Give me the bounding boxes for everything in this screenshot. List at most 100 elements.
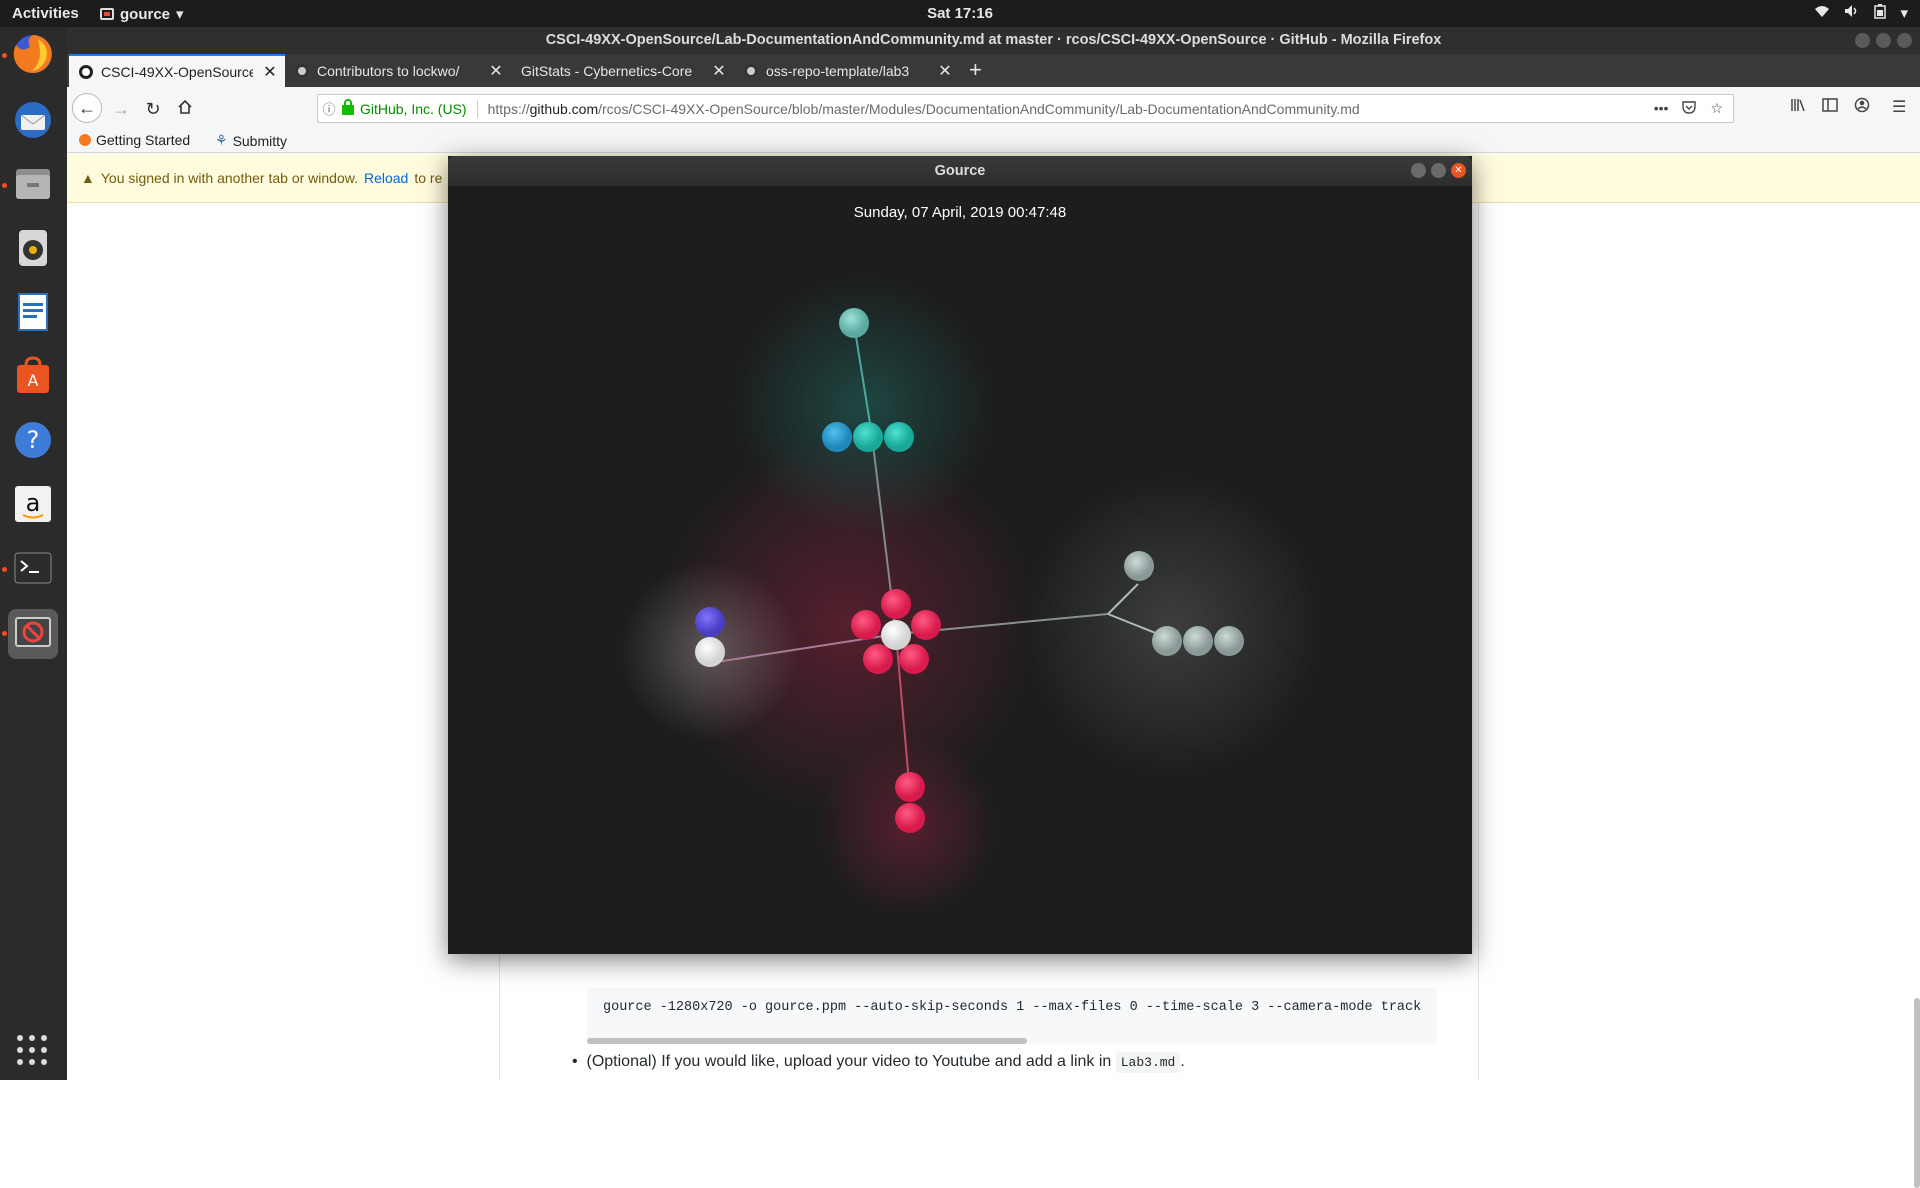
reload-icon: ↻ bbox=[145, 98, 161, 119]
dock-help[interactable]: ? bbox=[8, 417, 58, 467]
forward-button[interactable]: → bbox=[107, 95, 135, 123]
dock-gource[interactable] bbox=[2, 609, 58, 659]
bookmark-submitty[interactable]: ⚘ Submitty bbox=[215, 132, 287, 149]
tab-csci-opensource[interactable]: CSCI-49XX-OpenSource/ ✕ bbox=[69, 54, 285, 87]
list-item-text: (Optional) If you would like, upload you… bbox=[586, 1053, 1112, 1070]
gource-canvas[interactable]: Sunday, 07 April, 2019 00:47:48 bbox=[448, 186, 1472, 954]
software-center-icon: A bbox=[12, 355, 54, 402]
bookmarks-toolbar: Getting Started ⚘ Submitty bbox=[67, 129, 1920, 153]
dock-files[interactable] bbox=[2, 161, 58, 211]
glow-gray bbox=[1023, 476, 1323, 776]
file-node bbox=[695, 637, 725, 667]
gource-close-button[interactable]: ✕ bbox=[1451, 163, 1466, 178]
file-node bbox=[1124, 551, 1154, 581]
hamburger-menu-icon[interactable]: ☰ bbox=[1892, 97, 1906, 117]
warning-icon: ▲ bbox=[81, 170, 95, 186]
dock-terminal[interactable] bbox=[2, 545, 58, 595]
reload-link[interactable]: Reload bbox=[364, 170, 408, 186]
close-tab-icon[interactable]: ✕ bbox=[487, 61, 505, 81]
file-node bbox=[895, 772, 925, 802]
bookmark-label: Submitty bbox=[232, 132, 288, 149]
pocket-icon[interactable] bbox=[1682, 100, 1697, 117]
file-node bbox=[884, 422, 914, 452]
terminal-icon bbox=[12, 547, 54, 594]
svg-text:?: ? bbox=[27, 426, 40, 454]
volume-icon bbox=[1844, 4, 1860, 23]
bookmark-getting-started[interactable]: Getting Started bbox=[79, 132, 190, 148]
account-icon[interactable] bbox=[1854, 97, 1870, 118]
clock[interactable]: Sat 17:16 bbox=[927, 5, 993, 22]
dock-software[interactable]: A bbox=[8, 353, 58, 403]
tab-label: Contributors to lockwo/ bbox=[317, 62, 460, 79]
back-button[interactable]: ← bbox=[72, 93, 102, 123]
close-button[interactable] bbox=[1897, 33, 1912, 48]
url-separator bbox=[476, 99, 478, 118]
file-node bbox=[851, 610, 881, 640]
gource-date: Sunday, 07 April, 2019 00:47:48 bbox=[853, 204, 1067, 221]
window-title: CSCI-49XX-OpenSource/Lab-DocumentationAn… bbox=[545, 32, 1442, 48]
writer-icon bbox=[12, 291, 54, 338]
gource-maximize-button[interactable] bbox=[1431, 163, 1446, 178]
close-tab-icon[interactable]: ✕ bbox=[936, 61, 954, 81]
url-bar[interactable]: ⓘ GitHub, Inc. (US) https://github.com/r… bbox=[317, 94, 1734, 123]
arrow-left-icon: ← bbox=[78, 97, 96, 118]
page-scrollbar[interactable] bbox=[1914, 998, 1920, 1188]
code-scrollbar[interactable] bbox=[587, 1038, 1027, 1044]
sidebar-icon[interactable] bbox=[1822, 97, 1838, 118]
inline-code: Lab3.md bbox=[1115, 1052, 1181, 1073]
arrow-right-icon: → bbox=[112, 98, 130, 119]
tab-contributors[interactable]: Contributors to lockwo/ ✕ bbox=[285, 54, 511, 87]
dock-thunderbird[interactable] bbox=[8, 97, 58, 147]
dock-rhythmbox[interactable] bbox=[8, 225, 58, 275]
svg-text:a: a bbox=[26, 489, 41, 517]
github-icon bbox=[744, 63, 758, 78]
files-icon bbox=[12, 163, 54, 210]
library-icon[interactable] bbox=[1790, 97, 1806, 118]
site-info-icon[interactable]: ⓘ bbox=[318, 99, 340, 118]
tab-label: oss-repo-template/lab3 bbox=[766, 62, 910, 79]
bookmark-star-icon[interactable]: ☆ bbox=[1710, 100, 1723, 117]
home-icon bbox=[177, 99, 193, 120]
gource-minimize-button[interactable] bbox=[1411, 163, 1426, 178]
rhythmbox-icon bbox=[12, 227, 54, 274]
wifi-icon bbox=[1814, 4, 1830, 23]
maximize-button[interactable] bbox=[1876, 33, 1891, 48]
running-indicator bbox=[2, 53, 7, 58]
chevron-down-icon: ▾ bbox=[176, 6, 184, 23]
url-text[interactable]: https://github.com/rcos/CSCI-49XX-OpenSo… bbox=[488, 101, 1654, 117]
tab-gitstats[interactable]: GitStats - Cybernetics-Core ✕ bbox=[511, 54, 734, 87]
minimize-button[interactable] bbox=[1855, 33, 1870, 48]
file-node bbox=[881, 620, 911, 650]
reload-button[interactable]: ↻ bbox=[139, 95, 167, 123]
gource-titlebar[interactable]: Gource ✕ bbox=[448, 156, 1472, 186]
home-button[interactable] bbox=[171, 95, 199, 123]
file-node bbox=[853, 422, 883, 452]
battery-icon bbox=[1874, 4, 1887, 23]
firefox-favicon-icon bbox=[79, 134, 91, 146]
tab-oss-repo-template[interactable]: oss-repo-template/lab3 ✕ bbox=[734, 54, 960, 87]
app-grid-icon bbox=[14, 1035, 50, 1072]
dock-amazon[interactable]: a bbox=[8, 481, 58, 531]
app-menu[interactable]: gource ▾ bbox=[100, 5, 184, 23]
gource-window[interactable]: Gource ✕ Sunday, 07 April, 2019 00:47:48 bbox=[448, 156, 1472, 954]
show-applications-button[interactable] bbox=[14, 1032, 50, 1073]
file-node bbox=[911, 610, 941, 640]
gource-icon bbox=[14, 616, 52, 653]
file-node bbox=[822, 422, 852, 452]
firefox-titlebar[interactable]: CSCI-49XX-OpenSource/Lab-DocumentationAn… bbox=[67, 27, 1920, 54]
tab-label: CSCI-49XX-OpenSource/ bbox=[101, 63, 253, 80]
running-indicator bbox=[2, 631, 7, 636]
system-tray[interactable]: ▾ bbox=[1814, 4, 1908, 23]
lock-icon bbox=[342, 98, 354, 115]
code-block[interactable]: gource -1280x720 -o gource.ppm --auto-sk… bbox=[587, 988, 1437, 1044]
page-actions-icon[interactable]: ••• bbox=[1654, 100, 1669, 117]
dock-writer[interactable] bbox=[8, 289, 58, 339]
new-tab-button[interactable]: + bbox=[969, 57, 982, 83]
dock-firefox[interactable] bbox=[2, 31, 58, 81]
close-tab-icon[interactable]: ✕ bbox=[261, 62, 279, 82]
github-icon bbox=[79, 64, 93, 79]
file-node bbox=[881, 589, 911, 619]
close-tab-icon[interactable]: ✕ bbox=[710, 61, 728, 81]
notice-tail: to re bbox=[414, 170, 443, 186]
activities-button[interactable]: Activities bbox=[12, 5, 79, 22]
